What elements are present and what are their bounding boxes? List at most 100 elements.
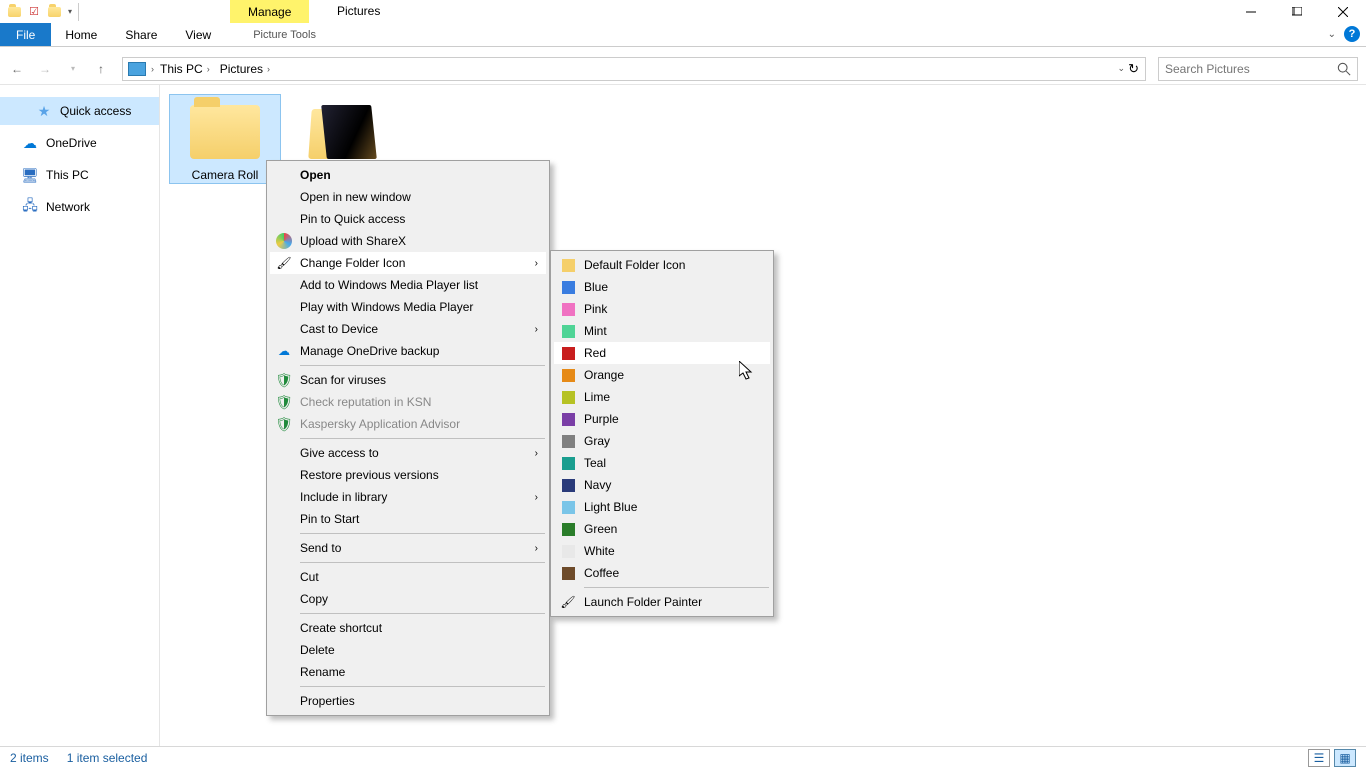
submenu-default[interactable]: Default Folder Icon bbox=[554, 254, 770, 276]
folder-camera-roll[interactable]: Camera Roll bbox=[170, 95, 280, 183]
ctx-check-ksn[interactable]: 🛡Check reputation in KSN bbox=[270, 391, 546, 413]
search-box[interactable] bbox=[1158, 57, 1358, 81]
minimize-button[interactable] bbox=[1228, 0, 1274, 23]
ribbon-tabs: File Home Share View Picture Tools ⌄ ? bbox=[0, 23, 1366, 47]
sidebar-item-network[interactable]: 🖧 Network bbox=[0, 193, 159, 221]
sidebar-item-quick-access[interactable]: ★ Quick access bbox=[0, 97, 159, 125]
ctx-properties[interactable]: Properties bbox=[270, 690, 546, 712]
ctx-open[interactable]: Open bbox=[270, 164, 546, 186]
ctx-manage-onedrive[interactable]: ☁Manage OneDrive backup bbox=[270, 340, 546, 362]
search-icon bbox=[1337, 62, 1351, 76]
ctx-pin-quick-access[interactable]: Pin to Quick access bbox=[270, 208, 546, 230]
sidebar-item-label: Network bbox=[46, 200, 90, 214]
close-button[interactable] bbox=[1320, 0, 1366, 23]
ctx-include-library[interactable]: Include in library› bbox=[270, 486, 546, 508]
ctx-upload-sharex[interactable]: Upload with ShareX bbox=[270, 230, 546, 252]
submenu-launch-painter[interactable]: 🖌Launch Folder Painter bbox=[554, 591, 770, 613]
ctx-send-to[interactable]: Send to› bbox=[270, 537, 546, 559]
tab-view[interactable]: View bbox=[171, 23, 225, 46]
ctx-pin-start[interactable]: Pin to Start bbox=[270, 508, 546, 530]
ctx-cut[interactable]: Cut bbox=[270, 566, 546, 588]
ctx-copy[interactable]: Copy bbox=[270, 588, 546, 610]
recent-dropdown-icon[interactable]: ▾ bbox=[64, 60, 82, 78]
view-large-icons-button[interactable]: ▦ bbox=[1334, 749, 1356, 767]
color-swatch bbox=[562, 259, 575, 272]
chevron-right-icon: › bbox=[535, 448, 538, 459]
status-bar: 2 items 1 item selected ☰ ▦ bbox=[0, 746, 1366, 768]
separator bbox=[300, 562, 545, 563]
contextual-tab-group: Manage bbox=[230, 0, 309, 23]
submenu-lime[interactable]: Lime bbox=[554, 386, 770, 408]
view-details-button[interactable]: ☰ bbox=[1308, 749, 1330, 767]
forward-button[interactable]: → bbox=[36, 60, 54, 78]
submenu-green[interactable]: Green bbox=[554, 518, 770, 540]
ctx-play-wmp[interactable]: Play with Windows Media Player bbox=[270, 296, 546, 318]
new-folder-icon[interactable] bbox=[46, 4, 62, 20]
ctx-kaspersky-advisor[interactable]: 🛡Kaspersky Application Advisor bbox=[270, 413, 546, 435]
ctx-create-shortcut[interactable]: Create shortcut bbox=[270, 617, 546, 639]
location-icon bbox=[128, 62, 146, 76]
sidebar-item-onedrive[interactable]: ☁ OneDrive bbox=[0, 129, 159, 157]
submenu-navy[interactable]: Navy bbox=[554, 474, 770, 496]
submenu-white[interactable]: White bbox=[554, 540, 770, 562]
submenu-blue[interactable]: Blue bbox=[554, 276, 770, 298]
help-icon[interactable]: ? bbox=[1344, 26, 1360, 42]
separator bbox=[300, 365, 545, 366]
color-swatch bbox=[562, 523, 575, 536]
ctx-add-wmp-list[interactable]: Add to Windows Media Player list bbox=[270, 274, 546, 296]
tab-home[interactable]: Home bbox=[51, 23, 111, 46]
separator bbox=[300, 438, 545, 439]
properties-icon[interactable]: ☑ bbox=[26, 4, 42, 20]
ctx-change-folder-icon[interactable]: 🖌Change Folder Icon› bbox=[270, 252, 546, 274]
shield-icon: 🛡 bbox=[276, 372, 292, 388]
separator bbox=[300, 686, 545, 687]
file-label: Camera Roll bbox=[170, 167, 280, 183]
qat-dropdown-icon[interactable]: ▾ bbox=[68, 7, 72, 16]
submenu-mint[interactable]: Mint bbox=[554, 320, 770, 342]
submenu-lightblue[interactable]: Light Blue bbox=[554, 496, 770, 518]
folder-item[interactable] bbox=[290, 95, 400, 169]
address-dropdown-icon[interactable]: ⌄ bbox=[1118, 63, 1126, 74]
status-item-count: 2 items bbox=[10, 751, 49, 765]
color-swatch bbox=[562, 303, 575, 316]
maximize-button[interactable] bbox=[1274, 0, 1320, 23]
ctx-scan-viruses[interactable]: 🛡Scan for viruses bbox=[270, 369, 546, 391]
submenu-pink[interactable]: Pink bbox=[554, 298, 770, 320]
tab-file[interactable]: File bbox=[0, 23, 51, 46]
address-bar[interactable]: › This PC› Pictures› ⌄ ↻ bbox=[122, 57, 1146, 81]
ribbon-collapse-icon[interactable]: ⌄ bbox=[1328, 29, 1336, 40]
submenu-orange[interactable]: Orange bbox=[554, 364, 770, 386]
back-button[interactable]: ← bbox=[8, 60, 26, 78]
ctx-rename[interactable]: Rename bbox=[270, 661, 546, 683]
submenu-teal[interactable]: Teal bbox=[554, 452, 770, 474]
ctx-delete[interactable]: Delete bbox=[270, 639, 546, 661]
breadcrumb-thispc[interactable]: This PC› bbox=[156, 62, 214, 76]
up-button[interactable]: ↑ bbox=[92, 60, 110, 78]
submenu-coffee[interactable]: Coffee bbox=[554, 562, 770, 584]
chevron-right-icon[interactable]: › bbox=[151, 64, 154, 74]
sidebar-item-label: OneDrive bbox=[46, 136, 97, 150]
sharex-icon bbox=[276, 233, 292, 249]
ctx-cast-to-device[interactable]: Cast to Device› bbox=[270, 318, 546, 340]
breadcrumb-pictures[interactable]: Pictures› bbox=[216, 62, 274, 76]
folder-open-icon bbox=[310, 105, 380, 159]
submenu-gray[interactable]: Gray bbox=[554, 430, 770, 452]
color-swatch bbox=[562, 347, 575, 360]
submenu-purple[interactable]: Purple bbox=[554, 408, 770, 430]
ctx-restore-versions[interactable]: Restore previous versions bbox=[270, 464, 546, 486]
color-swatch bbox=[562, 457, 575, 470]
sidebar-item-thispc[interactable]: 🖥 This PC bbox=[0, 161, 159, 189]
tab-share[interactable]: Share bbox=[111, 23, 171, 46]
window-controls bbox=[1228, 0, 1366, 23]
folder-icon bbox=[190, 105, 260, 159]
cloud-icon: ☁ bbox=[276, 343, 292, 359]
color-swatch bbox=[562, 325, 575, 338]
manage-tab[interactable]: Manage bbox=[230, 0, 309, 23]
color-swatch bbox=[562, 479, 575, 492]
ctx-give-access[interactable]: Give access to› bbox=[270, 442, 546, 464]
refresh-button[interactable]: ↻ bbox=[1128, 61, 1139, 77]
submenu-red[interactable]: Red bbox=[554, 342, 770, 364]
search-input[interactable] bbox=[1165, 62, 1337, 76]
ctx-open-new-window[interactable]: Open in new window bbox=[270, 186, 546, 208]
tab-picture-tools[interactable]: Picture Tools bbox=[239, 23, 330, 46]
